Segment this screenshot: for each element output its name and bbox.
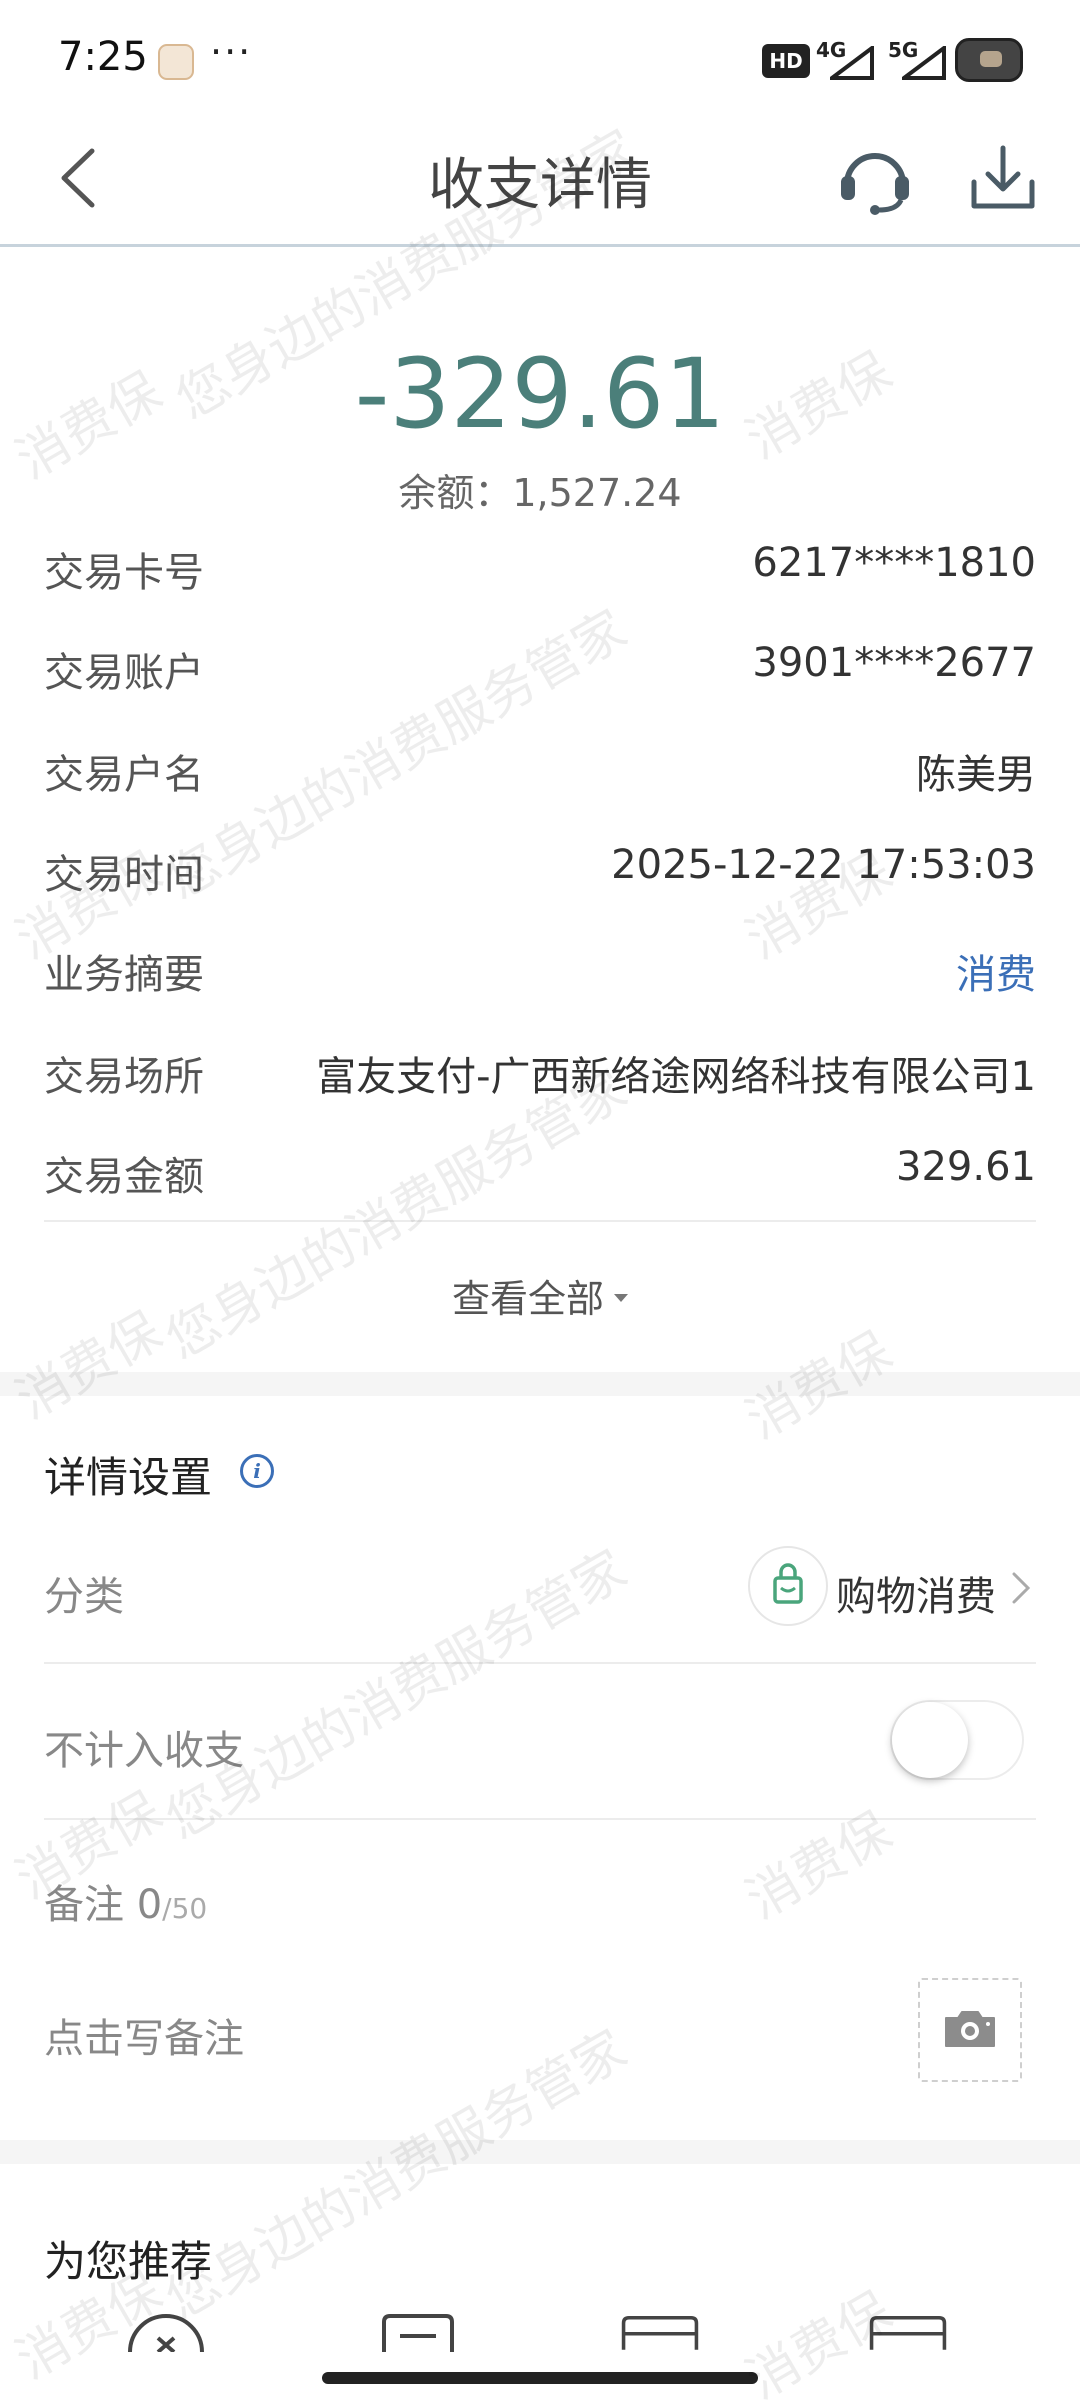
recommend-item-icon-4[interactable] <box>868 2312 948 2352</box>
detail-value: 329.61 <box>896 1144 1036 1190</box>
note-label: 备注 <box>44 1882 124 1928</box>
caret-down-icon <box>614 1293 628 1302</box>
detail-label: 交易时间 <box>44 852 204 898</box>
info-icon[interactable]: i <box>240 1454 274 1488</box>
recommend-title: 为您推荐 <box>44 2237 213 2286</box>
detail-label: 交易场所 <box>44 1054 204 1100</box>
transaction-amount: -329.61 <box>354 338 726 450</box>
category-value[interactable]: 购物消费 <box>836 1564 996 1622</box>
header-divider <box>0 244 1080 247</box>
detail-value: 3901****2677 <box>752 640 1036 686</box>
customer-service-headset-icon[interactable] <box>835 140 915 216</box>
section-gap <box>0 1372 1080 1396</box>
detail-value: 富友支付-广西新络途网络科技有限公司1 <box>316 1054 1036 1100</box>
note-header: 备注 0/50 <box>44 1872 207 1930</box>
section-gap <box>0 2140 1080 2164</box>
detail-row-time: 交易时间 2025-12-22 17:53:03 <box>44 816 1036 916</box>
exclude-toggle[interactable] <box>890 1700 1024 1780</box>
battery-icon <box>955 38 1023 82</box>
signal-icon-1 <box>830 46 874 80</box>
detail-row-merchant: 交易场所 富友支付-广西新络途网络科技有限公司1 <box>44 1018 1036 1118</box>
detail-label: 交易账户 <box>44 650 204 696</box>
camera-icon <box>945 2011 995 2047</box>
divider <box>44 1818 1036 1820</box>
business-summary-link[interactable]: 消费 <box>956 942 1036 1000</box>
watermark-text-12: 消费保 <box>737 1801 902 1931</box>
category-label: 分类 <box>44 1574 124 1620</box>
exclude-label: 不计入收支 <box>44 1728 244 1774</box>
watermark-text-10: 您身边的消费服务管家 <box>157 1539 637 1851</box>
note-max: /50 <box>162 1892 208 1925</box>
home-indicator[interactable] <box>322 2372 758 2384</box>
detail-label: 交易卡号 <box>44 550 204 596</box>
recommend-item-icon-2[interactable] <box>378 2312 458 2352</box>
hd-voice-icon: HD <box>762 44 810 78</box>
view-all-button[interactable]: 查看全部 <box>0 1268 1080 1323</box>
download-icon[interactable] <box>968 142 1038 214</box>
status-time: 7:25 <box>58 34 148 80</box>
note-count: 0 <box>136 1882 163 1928</box>
app-notification-icon <box>158 44 194 80</box>
recommend-item-icon-3[interactable] <box>620 2312 700 2352</box>
detail-value: 陈美男 <box>916 752 1036 798</box>
detail-row-summary: 业务摘要 消费 <box>44 916 1036 1016</box>
chevron-right-icon[interactable] <box>1010 1570 1032 1606</box>
category-shopping-icon[interactable] <box>748 1546 828 1626</box>
detail-label: 交易金额 <box>44 1154 204 1200</box>
detail-label: 交易户名 <box>44 752 204 798</box>
note-input[interactable]: 点击写备注 <box>44 2006 244 2064</box>
watermark-text-13: 您身边的消费服务管家 <box>157 2019 637 2331</box>
detail-row-amount: 交易金额 329.61 <box>44 1118 1036 1218</box>
divider <box>44 1220 1036 1222</box>
detail-label: 业务摘要 <box>44 952 204 998</box>
view-all-label: 查看全部 <box>451 1277 604 1321</box>
divider <box>44 1662 1036 1664</box>
signal-icon-2 <box>902 46 946 80</box>
detail-row-account: 交易账户 3901****2677 <box>44 614 1036 714</box>
toggle-knob <box>892 1702 968 1778</box>
detail-row-card-number: 交易卡号 6217****1810 <box>44 514 1036 614</box>
page-title: 收支详情 <box>428 153 652 218</box>
detail-value: 2025-12-22 17:53:03 <box>611 842 1036 888</box>
detail-value: 6217****1810 <box>752 540 1036 586</box>
account-balance: 余额：1,527.24 <box>398 471 682 515</box>
detail-row-account-name: 交易户名 陈美男 <box>44 716 1036 816</box>
recommend-item-icon-1[interactable] <box>126 2312 206 2352</box>
more-notifications-icon: ··· <box>210 30 253 74</box>
settings-title: 详情设置 <box>44 1453 213 1502</box>
add-photo-button[interactable] <box>918 1978 1022 2082</box>
